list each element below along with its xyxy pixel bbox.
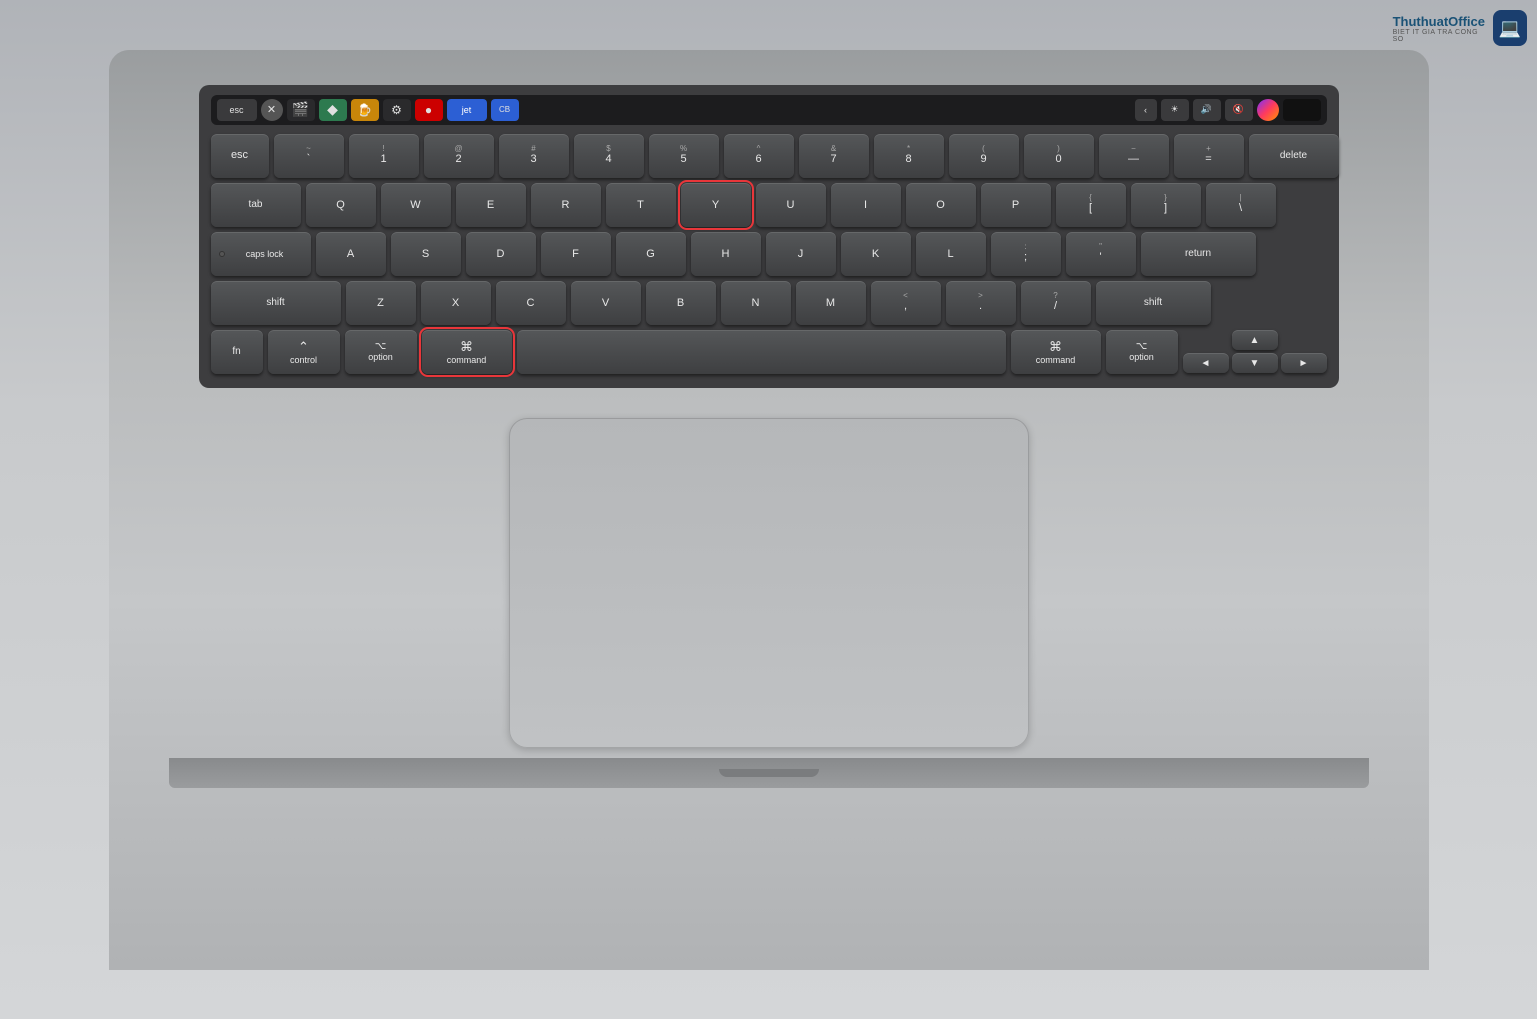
key-w[interactable]: W [381,183,451,227]
tb-app5-key[interactable]: ● [415,99,443,121]
key-caps-lock[interactable]: caps lock [211,232,311,276]
key-a[interactable]: A [316,232,386,276]
key-n[interactable]: N [721,281,791,325]
tb-brightness-key[interactable]: ☀ [1161,99,1189,121]
key-open-bracket[interactable]: {[ [1056,183,1126,227]
row-qwerty: tab Q W E R T Y U I O P {[ }] |\ [211,183,1327,227]
logo-sub: BIET IT GIA TRA CONG SO [1393,29,1487,43]
row-bottom: fn ⌃ control ⌥ option ⌘ command ⌘ comman… [211,330,1327,374]
key-h[interactable]: H [691,232,761,276]
key-fn[interactable]: fn [211,330,263,374]
key-j[interactable]: J [766,232,836,276]
key-0[interactable]: )0 [1024,134,1094,178]
key-minus[interactable]: −— [1099,134,1169,178]
key-q[interactable]: Q [306,183,376,227]
key-shift-left[interactable]: shift [211,281,341,325]
key-arrow-down[interactable]: ▼ [1232,353,1278,373]
key-arrow-right[interactable]: ► [1281,353,1327,373]
key-i[interactable]: I [831,183,901,227]
key-option-left[interactable]: ⌥ option [345,330,417,374]
key-b[interactable]: B [646,281,716,325]
key-comma[interactable]: <, [871,281,941,325]
key-1[interactable]: !1 [349,134,419,178]
key-return[interactable]: return [1141,232,1256,276]
key-8[interactable]: *8 [874,134,944,178]
row-numbers: esc ~` !1 @2 #3 $4 %5 ^6 &7 *8 (9 )0 −— … [211,134,1327,178]
key-arrow-up[interactable]: ▲ [1232,330,1278,350]
logo-name: ThuthuatOffice [1393,14,1487,29]
key-g[interactable]: G [616,232,686,276]
key-period[interactable]: >. [946,281,1016,325]
tb-app1-key[interactable]: 🎬 [287,99,315,121]
tb-mute-key[interactable]: 🔇 [1225,99,1253,121]
key-s[interactable]: S [391,232,461,276]
key-p[interactable]: P [981,183,1051,227]
key-f[interactable]: F [541,232,611,276]
key-v[interactable]: V [571,281,641,325]
key-t[interactable]: T [606,183,676,227]
key-backslash[interactable]: |\ [1206,183,1276,227]
tb-app2-key[interactable]: ◆ [319,99,347,121]
bottom-bar [169,758,1369,788]
key-u[interactable]: U [756,183,826,227]
key-option-right[interactable]: ⌥ option [1106,330,1178,374]
key-9[interactable]: (9 [949,134,1019,178]
tb-back-key[interactable]: ‹ [1135,99,1157,121]
tb-siri-key[interactable] [1257,99,1279,121]
key-6[interactable]: ^6 [724,134,794,178]
key-2[interactable]: @2 [424,134,494,178]
key-equals[interactable]: += [1174,134,1244,178]
macbook-body: esc ✕ 🎬 ◆ 🍺 ⚙ ● jet CB ‹ ☀ 🔊 🔇 esc ~` !1… [109,50,1429,970]
key-d[interactable]: D [466,232,536,276]
key-7[interactable]: &7 [799,134,869,178]
touch-bar: esc ✕ 🎬 ◆ 🍺 ⚙ ● jet CB ‹ ☀ 🔊 🔇 [211,95,1327,125]
logo-area: ThuthuatOffice BIET IT GIA TRA CONG SO 💻 [1407,10,1527,46]
key-tab[interactable]: tab [211,183,301,227]
key-command-right[interactable]: ⌘ command [1011,330,1101,374]
key-y[interactable]: Y [681,183,751,227]
key-r[interactable]: R [531,183,601,227]
tb-app3-key[interactable]: 🍺 [351,99,379,121]
keyboard-container: esc ✕ 🎬 ◆ 🍺 ⚙ ● jet CB ‹ ☀ 🔊 🔇 esc ~` !1… [199,85,1339,388]
key-m[interactable]: M [796,281,866,325]
tb-esc-key[interactable]: esc [217,99,257,121]
key-5[interactable]: %5 [649,134,719,178]
key-control[interactable]: ⌃ control [268,330,340,374]
key-z[interactable]: Z [346,281,416,325]
key-shift-right[interactable]: shift [1096,281,1211,325]
key-close-bracket[interactable]: }] [1131,183,1201,227]
tb-close-key[interactable]: ✕ [261,99,283,121]
tb-cb-key[interactable]: CB [491,99,519,121]
key-l[interactable]: L [916,232,986,276]
key-3[interactable]: #3 [499,134,569,178]
key-c[interactable]: C [496,281,566,325]
tb-right-key[interactable] [1283,99,1321,121]
key-delete[interactable]: delete [1249,134,1339,178]
tb-jet-key[interactable]: jet [447,99,487,121]
row-asdf: caps lock A S D F G H J K L :; "' return [211,232,1327,276]
key-k[interactable]: K [841,232,911,276]
key-command-left[interactable]: ⌘ command [422,330,512,374]
key-e[interactable]: E [456,183,526,227]
trackpad[interactable] [509,418,1029,748]
key-semicolon[interactable]: :; [991,232,1061,276]
key-slash[interactable]: ?/ [1021,281,1091,325]
key-quote[interactable]: "' [1066,232,1136,276]
key-o[interactable]: O [906,183,976,227]
key-tilde[interactable]: ~` [274,134,344,178]
tb-sound-key[interactable]: 🔊 [1193,99,1221,121]
bottom-notch [719,769,819,777]
logo-icon: 💻 [1493,10,1527,46]
key-esc[interactable]: esc [211,134,269,178]
key-x[interactable]: X [421,281,491,325]
key-4[interactable]: $4 [574,134,644,178]
key-space[interactable] [517,330,1006,374]
row-zxcv: shift Z X C V B N M <, >. ?/ shift [211,281,1327,325]
tb-app4-key[interactable]: ⚙ [383,99,411,121]
key-arrow-left[interactable]: ◄ [1183,353,1229,373]
